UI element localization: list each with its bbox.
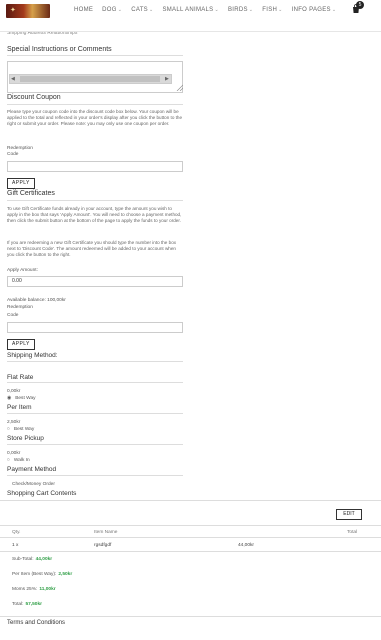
gift-description: To use Gift Certificate funds already in… <box>7 206 182 224</box>
shipping-option-price: 0,00kr <box>7 389 21 394</box>
tax-line: Moms 25%: 11,00kr <box>12 587 56 592</box>
terms-title: Terms and Conditions <box>7 620 66 626</box>
available-balance: Available balance: 100,00kr <box>7 298 66 303</box>
discount-description: Please type your coupon code into the di… <box>7 109 183 127</box>
discount-coupon-title: Discount Coupon <box>7 94 61 101</box>
total-label: Moms 25%: <box>12 587 38 592</box>
divider <box>7 104 183 105</box>
site-logo[interactable]: ✦ <box>6 4 50 18</box>
divider <box>7 55 183 56</box>
divider <box>0 616 381 617</box>
shipping-radio-per-item[interactable]: ○ Best Way <box>7 427 34 432</box>
chevron-down-icon: ⌄ <box>331 7 337 13</box>
shipping-option-price: 2,50kr <box>7 420 21 425</box>
nav-item-home[interactable]: HOME <box>74 4 93 17</box>
divider <box>0 500 381 501</box>
shipping-method-title: Shipping Method: <box>7 352 58 359</box>
divider <box>7 361 183 362</box>
chevron-down-icon: ⌄ <box>248 7 254 13</box>
shipping-radio-store-pickup[interactable]: ○ Walk In <box>7 458 30 463</box>
nav-label: HOME <box>74 7 94 13</box>
total-column-header: Total <box>347 530 358 535</box>
chevron-down-icon: ⌄ <box>148 7 154 13</box>
nav-label: INFO PAGES <box>291 7 331 13</box>
gift-certificates-title: Gift Certificates <box>7 190 55 197</box>
divider <box>0 537 381 538</box>
special-instructions-title: Special Instructions or Comments <box>7 46 112 53</box>
discount-code-input[interactable] <box>7 161 183 172</box>
nav-item-birds[interactable]: BIRDS⌄ <box>228 4 253 17</box>
divider <box>7 200 183 201</box>
shipping-option-name: Flat Rate <box>7 374 34 381</box>
row-qty: 1 x <box>12 543 19 548</box>
code-label: Code <box>7 313 19 318</box>
apply-amount-input[interactable]: 0.00 <box>7 276 183 287</box>
payment-method-title: Payment Method <box>7 466 57 473</box>
qty-column-header: Qty. <box>12 530 21 535</box>
apply-gift-button[interactable]: APPLY <box>7 339 35 350</box>
total-value: 57,50kr <box>25 602 43 607</box>
redemption-label: Redemption <box>7 305 33 310</box>
grand-total-line: Total: 57,50kr <box>12 602 42 607</box>
logo-mark: ✦ <box>10 6 17 14</box>
nav-label: BIRDS <box>227 7 248 13</box>
cart-count-badge: 5 <box>356 1 364 9</box>
divider <box>0 551 381 552</box>
gift-redeem-description: If you are redeeming a new Gift Certific… <box>7 240 177 258</box>
item-column-header: Item Name <box>94 530 118 535</box>
subtotal-line: Sub-Total: 44,00kr <box>12 557 52 562</box>
chevron-down-icon: ⌄ <box>214 7 219 13</box>
shipping-option-name: Per Item <box>7 404 32 411</box>
shipping-option-name: Store Pickup <box>7 435 44 442</box>
total-value: 2,50kr <box>58 572 73 577</box>
divider <box>7 475 183 476</box>
nav-item-fish[interactable]: FISH⌄ <box>262 4 282 17</box>
nav-label: SMALL ANIMALS <box>162 7 214 13</box>
scroll-right-icon[interactable]: ▶ <box>165 76 169 82</box>
total-label: Total: <box>12 602 24 607</box>
code-label: Code <box>7 152 19 157</box>
comments-textarea[interactable]: ◀ ▶ <box>7 61 183 93</box>
total-value: 11,00kr <box>39 587 56 592</box>
nav-label: CATS <box>131 7 148 13</box>
gift-code-input[interactable] <box>7 322 183 333</box>
divider <box>7 382 183 383</box>
divider <box>7 413 183 414</box>
nav-item-small-animals[interactable]: SMALL ANIMALS⌄ <box>162 4 219 17</box>
chevron-down-icon: ⌄ <box>278 7 283 13</box>
nav-item-cats[interactable]: CATS⌄ <box>131 4 153 17</box>
divider <box>7 444 183 445</box>
row-item-name[interactable]: rgsdfgdf <box>94 543 111 548</box>
scrollbar-thumb[interactable] <box>20 76 160 82</box>
divider <box>0 525 381 526</box>
radio-label: Best Way <box>13 427 35 432</box>
nav-item-dog[interactable]: DOG⌄ <box>102 4 122 17</box>
edit-cart-button[interactable]: EDIT <box>336 509 362 520</box>
chevron-down-icon: ⌄ <box>117 7 123 13</box>
apply-amount-label: Apply Amount: <box>7 268 38 273</box>
shipping-radio-flat-rate[interactable]: ◉ Best Way <box>7 396 36 401</box>
payment-option[interactable]: Check/Money Order <box>12 482 55 488</box>
radio-label: Walk In <box>13 458 30 463</box>
shipping-total-line: Per Item (Best Way): 2,50kr <box>12 572 72 577</box>
scroll-left-icon[interactable]: ◀ <box>11 76 15 82</box>
row-price: 44,00kr <box>238 543 254 548</box>
nav-label: FISH <box>262 7 278 13</box>
site-header: ✦ HOME DOG⌄ CATS⌄ SMALL ANIMALS⌄ BIRDS⌄ … <box>0 0 381 32</box>
radio-label: Best Way <box>15 396 36 401</box>
nav-item-info-pages[interactable]: INFO PAGES⌄ <box>292 4 337 17</box>
total-value: 44,00kr <box>35 557 53 562</box>
nav-label: DOG <box>102 7 117 13</box>
cart-contents-title: Shopping Cart Contents <box>7 490 77 497</box>
apply-coupon-button[interactable]: APPLY <box>7 178 35 189</box>
total-label: Sub-Total: <box>12 557 34 562</box>
resize-grip-icon[interactable] <box>176 84 183 91</box>
total-label: Per Item (Best Way): <box>12 572 57 577</box>
main-nav: HOME DOG⌄ CATS⌄ SMALL ANIMALS⌄ BIRDS⌄ FI… <box>74 4 344 17</box>
shipping-option-price: 0,00kr <box>7 451 21 456</box>
